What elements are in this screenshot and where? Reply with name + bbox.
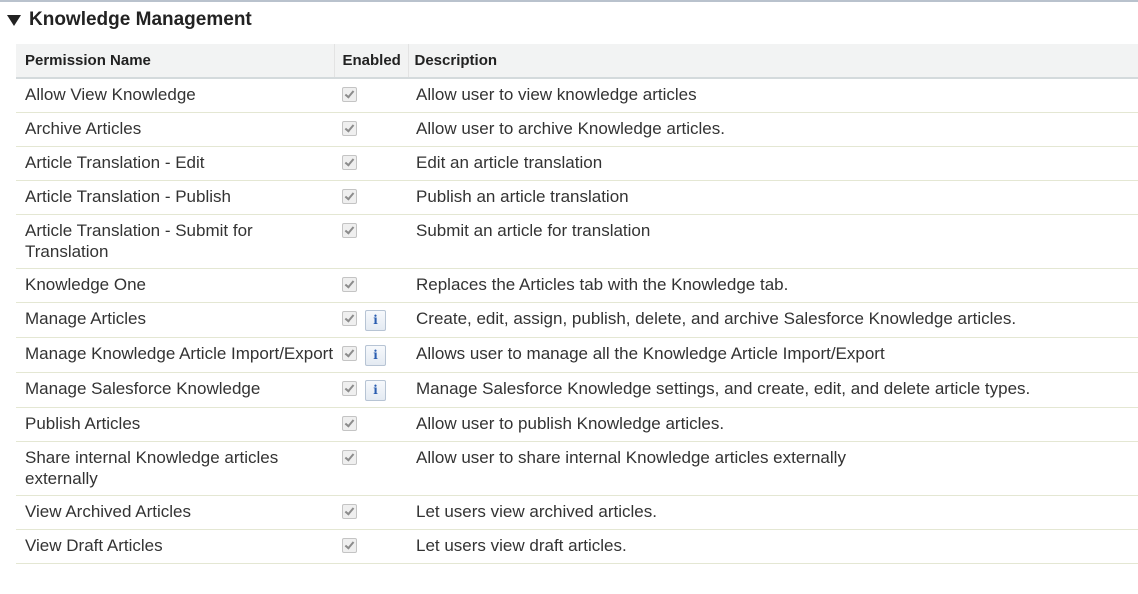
permission-name: Allow View Knowledge: [16, 78, 334, 113]
header-enabled[interactable]: Enabled: [333, 44, 408, 79]
info-icon[interactable]: i: [365, 310, 386, 331]
permission-description: Create, edit, assign, publish, delete, a…: [408, 302, 1138, 338]
permission-name: Archive Articles: [16, 112, 334, 147]
enabled-cell: [334, 146, 408, 181]
permission-name: Article Translation - Submit for Transla…: [16, 214, 334, 269]
enabled-checkbox: [342, 223, 357, 238]
enabled-cell: i: [334, 372, 408, 408]
enabled-checkbox: [342, 538, 357, 553]
info-icon[interactable]: i: [365, 380, 386, 401]
permissions-table-container: Permission Name Enabled Description Allo…: [16, 44, 1138, 564]
collapse-triangle-icon[interactable]: [7, 14, 21, 26]
permission-name: Article Translation - Edit: [16, 146, 334, 181]
table-row: View Draft Articles Let users view draft …: [16, 529, 1138, 564]
permission-name: View Draft Articles: [16, 529, 334, 564]
permission-name: Share internal Knowledge articles extern…: [16, 441, 334, 496]
enabled-cell: [334, 529, 408, 564]
header-description[interactable]: Description: [407, 44, 1138, 79]
permission-description: Allow user to archive Knowledge articles…: [408, 112, 1138, 147]
enabled-checkbox: [342, 381, 357, 396]
table-row: Article Translation - Submit for Transla…: [16, 214, 1138, 269]
permission-name: View Archived Articles: [16, 495, 334, 530]
permission-name: Knowledge One: [16, 268, 334, 303]
permission-name: Manage Articles: [16, 302, 334, 338]
enabled-cell: [334, 214, 408, 269]
section-title: Knowledge Management: [29, 8, 252, 30]
table-header-row: Permission Name Enabled Description: [16, 44, 1138, 79]
enabled-cell: [334, 407, 408, 442]
permission-description: Edit an article translation: [408, 146, 1138, 181]
permission-description: Let users view draft articles.: [408, 529, 1138, 564]
table-row: Article Translation - Edit Edit an articl…: [16, 146, 1138, 181]
permission-description: Replaces the Articles tab with the Knowl…: [408, 268, 1138, 303]
permission-description: Publish an article translation: [408, 180, 1138, 215]
table-row: Knowledge One Replaces the Articles tab w…: [16, 268, 1138, 303]
section-header: Knowledge Management: [0, 0, 1138, 38]
info-icon[interactable]: i: [365, 345, 386, 366]
enabled-checkbox: [342, 450, 357, 465]
enabled-checkbox: [342, 346, 357, 361]
permission-name: Manage Salesforce Knowledge: [16, 372, 334, 408]
permission-description: Allow user to share internal Knowledge a…: [408, 441, 1138, 496]
table-row: Allow View Knowledge Allow user to view k…: [16, 78, 1138, 113]
enabled-checkbox: [342, 311, 357, 326]
enabled-cell: [334, 78, 408, 113]
table-row: Manage Salesforce Knowledge i Manage Sales…: [16, 372, 1138, 408]
enabled-cell: [334, 495, 408, 530]
permission-name: Publish Articles: [16, 407, 334, 442]
permission-name: Manage Knowledge Article Import/Export: [16, 337, 334, 373]
enabled-checkbox: [342, 504, 357, 519]
enabled-checkbox: [342, 277, 357, 292]
enabled-cell: [334, 112, 408, 147]
table-row: Manage Articles i Create, edit, assign, pu…: [16, 302, 1138, 338]
permission-description: Allow user to publish Knowledge articles…: [408, 407, 1138, 442]
enabled-checkbox: [342, 87, 357, 102]
enabled-cell: i: [334, 302, 408, 338]
table-row: Manage Knowledge Article Import/Export i A…: [16, 337, 1138, 373]
permission-name: Article Translation - Publish: [16, 180, 334, 215]
table-row: View Archived Articles Let users view arc…: [16, 495, 1138, 530]
table-row: Share internal Knowledge articles extern…: [16, 441, 1138, 496]
enabled-cell: i: [334, 337, 408, 373]
permissions-table: Permission Name Enabled Description Allo…: [16, 44, 1138, 564]
permission-description: Submit an article for translation: [408, 214, 1138, 269]
enabled-checkbox: [342, 121, 357, 136]
permission-description: Let users view archived articles.: [408, 495, 1138, 530]
enabled-cell: [334, 441, 408, 496]
enabled-checkbox: [342, 155, 357, 170]
enabled-cell: [334, 180, 408, 215]
enabled-cell: [334, 268, 408, 303]
permission-description: Allows user to manage all the Knowledge …: [408, 337, 1138, 373]
enabled-checkbox: [342, 189, 357, 204]
table-row: Archive Articles Allow user to archive Kn…: [16, 112, 1138, 147]
table-row: Article Translation - Publish Publish an …: [16, 180, 1138, 215]
permission-description: Manage Salesforce Knowledge settings, an…: [408, 372, 1138, 408]
permission-description: Allow user to view knowledge articles: [408, 78, 1138, 113]
enabled-checkbox: [342, 416, 357, 431]
header-permission-name[interactable]: Permission Name: [16, 44, 334, 79]
table-row: Publish Articles Allow user to publish Kn…: [16, 407, 1138, 442]
